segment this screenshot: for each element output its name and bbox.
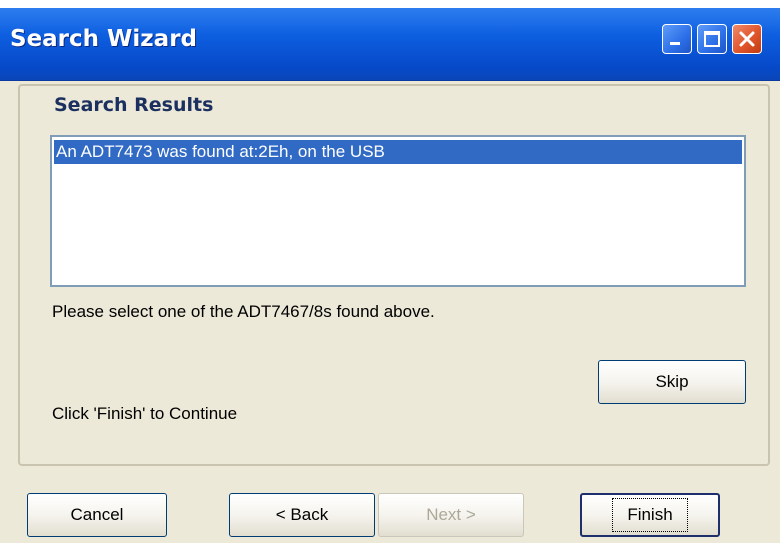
close-icon [739,31,755,47]
title-bar-edge [0,0,780,8]
finish-button-label: Finish [612,498,688,532]
cancel-button[interactable]: Cancel [27,493,167,537]
title-bar[interactable]: Search Wizard [0,0,780,81]
list-item[interactable]: An ADT7473 was found at:2Eh, on the USB [54,140,742,164]
window-title: Search Wizard [10,26,198,52]
results-list[interactable]: An ADT7473 was found at:2Eh, on the USB [50,135,746,287]
minimize-icon [670,42,680,45]
close-button[interactable] [732,24,762,54]
instruction-text: Please select one of the ADT7467/8s foun… [52,302,435,321]
maximize-icon [704,31,720,47]
section-heading: Search Results [54,94,214,116]
back-button[interactable]: < Back [229,493,375,537]
maximize-button[interactable] [697,24,727,54]
continue-text: Click 'Finish' to Continue [52,404,238,423]
next-button: Next > [378,493,524,537]
finish-button[interactable]: Finish [580,493,720,537]
minimize-button[interactable] [662,24,692,54]
skip-button[interactable]: Skip [598,360,746,404]
